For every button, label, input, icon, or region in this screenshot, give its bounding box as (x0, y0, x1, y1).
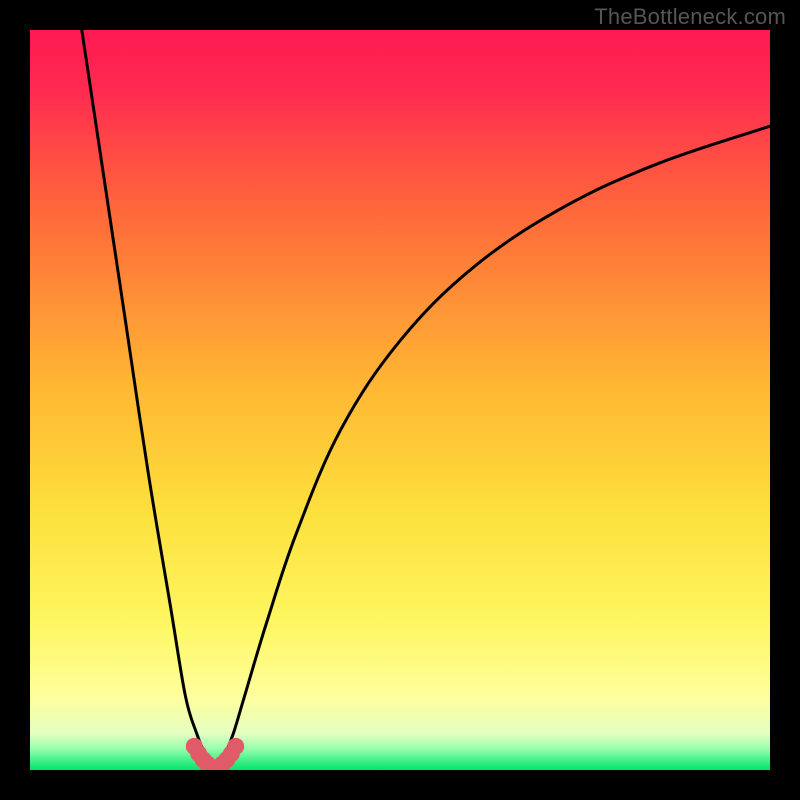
chart-canvas (30, 30, 770, 770)
watermark-text: TheBottleneck.com (594, 4, 786, 30)
outer-frame: TheBottleneck.com (0, 0, 800, 800)
marker-dot (227, 738, 244, 755)
gradient-background (30, 30, 770, 770)
plot-area (30, 30, 770, 770)
